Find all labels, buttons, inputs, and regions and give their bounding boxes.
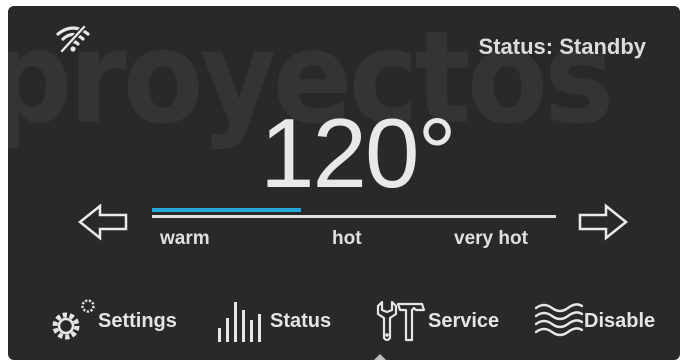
wifi-off-icon[interactable] <box>56 24 90 54</box>
disable-button[interactable]: Disable <box>532 296 655 346</box>
tools-icon <box>376 300 426 342</box>
scale-label-hot: hot <box>332 228 362 249</box>
status-button[interactable]: Status <box>214 296 331 346</box>
disable-label: Disable <box>584 309 656 332</box>
scale-label-very-hot: very hot <box>454 228 528 249</box>
settings-button[interactable]: Settings <box>46 296 177 346</box>
service-label: Service <box>428 309 500 332</box>
selection-indicator <box>374 354 386 360</box>
waves-icon <box>534 303 584 337</box>
gear-icon <box>52 299 95 340</box>
arrow-right-icon[interactable] <box>576 203 630 241</box>
service-button[interactable]: Service <box>374 296 499 346</box>
temperature-readout: 120° <box>260 98 457 208</box>
bar-chart-icon <box>218 302 261 342</box>
thermostat-screen: proyectos Status: Standby 120° warm hot … <box>8 6 680 360</box>
status-label: Status <box>270 309 332 332</box>
arrow-left-icon[interactable] <box>76 203 130 241</box>
settings-label: Settings <box>98 309 177 332</box>
status-text: Status: Standby <box>478 34 646 59</box>
scale-label-warm: warm <box>160 228 210 249</box>
temperature-level-fill <box>152 208 301 212</box>
temperature-track[interactable] <box>152 215 556 218</box>
